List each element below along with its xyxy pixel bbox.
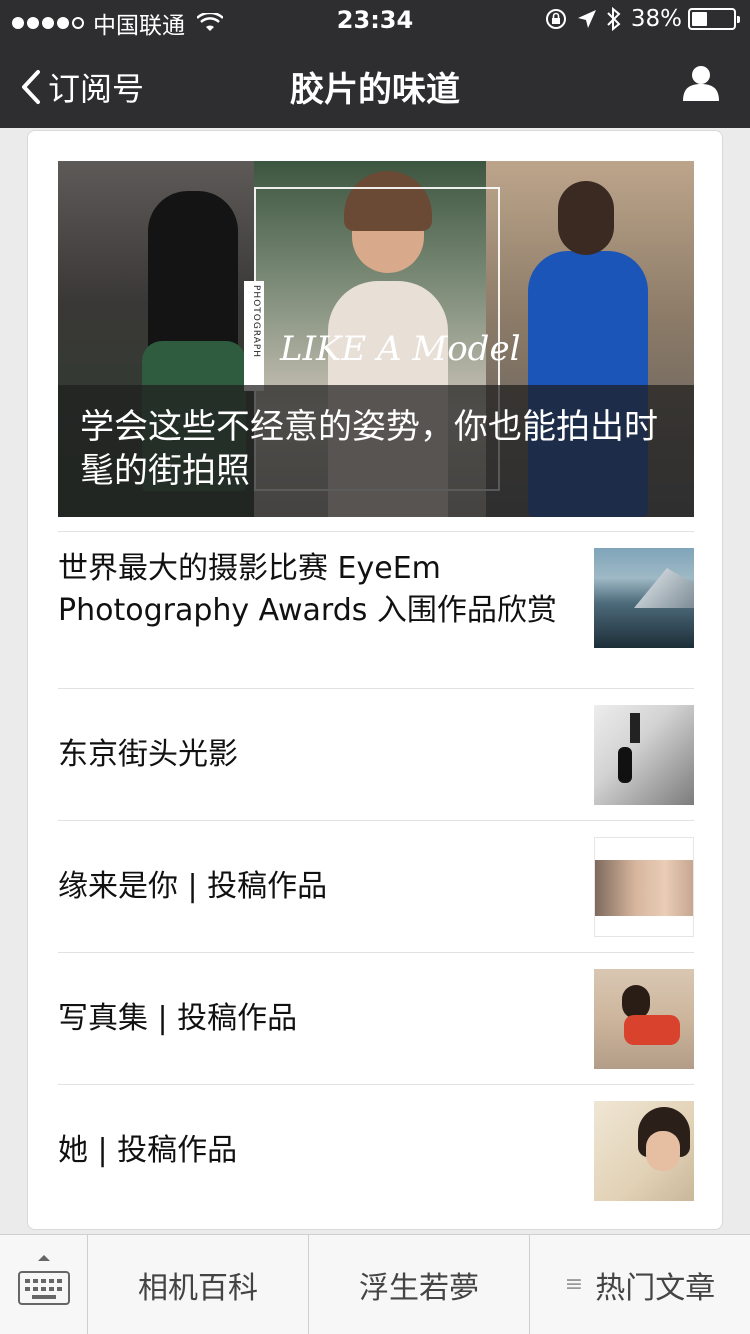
status-right: 38% <box>545 6 740 32</box>
article-title: 世界最大的摄影比赛 EyeEm Photography Awards 入围作品欣… <box>58 551 557 628</box>
hero-figure-head <box>558 181 614 255</box>
list-item[interactable]: 世界最大的摄影比赛 EyeEm Photography Awards 入围作品欣… <box>58 531 694 688</box>
hero-article[interactable]: PHOTOGRAPH LIKE A Model 学会这些不经意的姿势，你也能拍出… <box>58 161 694 517</box>
keyboard-button[interactable] <box>0 1235 88 1334</box>
user-icon[interactable] <box>682 64 720 102</box>
article-title: 缘来是你 | 投稿作品 <box>58 869 328 904</box>
list-item[interactable]: 缘来是你 | 投稿作品 <box>58 820 694 952</box>
caret-up-icon <box>38 1255 50 1261</box>
list-item[interactable]: 她 | 投稿作品 <box>58 1084 694 1216</box>
battery-fill <box>692 12 707 26</box>
article-thumbnail <box>594 1101 694 1201</box>
bluetooth-icon <box>607 7 621 31</box>
hero-side-text: PHOTOGRAPH <box>251 285 261 358</box>
article-thumbnail <box>594 705 694 805</box>
hero-caption: 学会这些不经意的姿势，你也能拍出时髦的街拍照 <box>58 385 694 517</box>
article-thumbnail <box>594 969 694 1069</box>
menu-tab-label: 浮生若夢 <box>359 1270 479 1306</box>
top-bar: 中国联通 23:34 38% 订阅号 胶片的味道 <box>0 0 750 128</box>
article-card: PHOTOGRAPH LIKE A Model 学会这些不经意的姿势，你也能拍出… <box>27 130 723 1230</box>
menu-tab-label: 热门文章 <box>595 1270 716 1306</box>
page-title: 胶片的味道 <box>290 70 460 110</box>
list-item[interactable]: 东京街头光影 <box>58 688 694 820</box>
battery-percent: 38% <box>630 6 682 32</box>
nav-bar: 订阅号 胶片的味道 <box>0 40 750 128</box>
svg-text:PHOTOGRAPH: PHOTOGRAPH <box>251 285 261 358</box>
article-thumbnail <box>594 548 694 648</box>
article-title: 她 | 投稿作品 <box>58 1133 238 1168</box>
orientation-lock-icon <box>545 9 566 29</box>
keyboard-icon <box>18 1271 70 1305</box>
menu-icon: ≡ <box>564 1272 584 1297</box>
status-bar: 中国联通 23:34 38% <box>0 0 750 40</box>
menu-tab-label: 相机百科 <box>138 1270 258 1306</box>
hero-overlay-text: LIKE A Model <box>280 329 521 369</box>
menu-tab-hot-articles[interactable]: ≡ 热门文章 <box>530 1235 750 1334</box>
bottom-menu-bar: 相机百科 浮生若夢 ≡ 热门文章 <box>0 1234 750 1334</box>
menu-tab-camera-wiki[interactable]: 相机百科 <box>88 1235 309 1334</box>
menu-tab-fusheng[interactable]: 浮生若夢 <box>309 1235 530 1334</box>
location-icon <box>577 10 596 28</box>
article-title: 东京街头光影 <box>58 737 238 772</box>
battery-icon <box>688 8 740 30</box>
list-item[interactable]: 写真集 | 投稿作品 <box>58 952 694 1084</box>
article-thumbnail <box>594 837 694 937</box>
article-list: 世界最大的摄影比赛 EyeEm Photography Awards 入围作品欣… <box>58 531 694 1216</box>
hero-side-label: PHOTOGRAPH <box>244 281 264 391</box>
article-title: 写真集 | 投稿作品 <box>58 1001 298 1036</box>
